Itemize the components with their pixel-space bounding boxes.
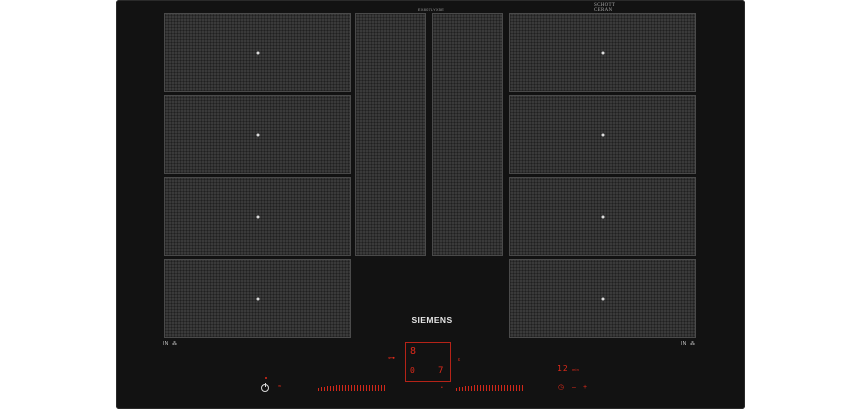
slider-tick — [486, 385, 487, 391]
slider-tick — [510, 385, 511, 391]
right-flex-symbol: ⁂ — [690, 341, 696, 347]
sensor-icon[interactable]: ε — [458, 357, 460, 364]
secondary-level-display: 0 — [410, 366, 415, 375]
cooking-zone-left-4[interactable] — [164, 259, 351, 338]
slider-tick — [372, 385, 373, 391]
slider-tick — [366, 385, 367, 391]
slider-tick — [351, 385, 352, 391]
slider-tick — [474, 385, 475, 391]
slider-tick — [483, 385, 484, 391]
sensor-dot-icon[interactable]: • — [441, 385, 443, 392]
minus-icon[interactable]: – — [572, 384, 576, 391]
power-indicator-light — [265, 377, 267, 379]
slider-tick — [516, 385, 517, 391]
coating-brand-text: SCHOTT CERAN — [594, 3, 616, 13]
slider-tick — [492, 385, 493, 391]
left-flex-label: IN ⁂ — [163, 341, 177, 347]
cooking-zone-left-1[interactable] — [164, 13, 351, 92]
slider-right[interactable] — [456, 385, 523, 391]
timer-unit: min — [572, 367, 580, 372]
wave-icon[interactable]: ≈ — [278, 384, 281, 391]
slider-tick — [363, 385, 364, 391]
timer-display: 12 — [557, 364, 569, 373]
right-flex-text: IN — [681, 341, 687, 347]
slider-tick — [378, 385, 379, 391]
slider-tick — [468, 386, 469, 391]
slider-tick — [381, 385, 382, 391]
slider-tick — [327, 386, 328, 391]
cooking-zone-right-4[interactable] — [509, 259, 696, 338]
power-level-display: 8 — [410, 346, 417, 357]
cooking-zone-right-1[interactable] — [509, 13, 696, 92]
zone-center-mark — [256, 297, 259, 300]
zone-center-mark — [256, 51, 259, 54]
slider-tick — [354, 385, 355, 391]
slider-tick — [333, 386, 334, 391]
slider-tick — [342, 385, 343, 391]
slider-tick — [507, 385, 508, 391]
slider-tick — [330, 386, 331, 391]
slider-tick — [384, 385, 385, 391]
plus-icon[interactable]: + — [583, 384, 587, 391]
slider-tick — [324, 387, 325, 391]
slider-tick — [462, 387, 463, 391]
slider-tick — [321, 387, 322, 391]
zone-center-mark — [256, 133, 259, 136]
slider-tick — [498, 385, 499, 391]
cooking-zone-center-right[interactable] — [432, 13, 503, 256]
brand-logo: SIEMENS — [411, 315, 453, 325]
key-icon[interactable]: ⊶ — [388, 355, 395, 362]
power-icon[interactable] — [261, 383, 269, 392]
cooking-zone-center-left[interactable] — [355, 13, 426, 256]
slider-tick — [480, 385, 481, 391]
slider-left[interactable] — [318, 385, 385, 391]
cooking-zone-right-2[interactable] — [509, 95, 696, 174]
model-label: EX807LYX5E — [417, 7, 445, 12]
slider-tick — [360, 385, 361, 391]
slider-tick — [519, 385, 520, 391]
slider-tick — [336, 385, 337, 391]
coating-brand-logo: SCHOTT CERAN — [594, 3, 624, 16]
slider-tick — [459, 387, 460, 391]
slider-tick — [456, 388, 457, 391]
zone-center-mark — [601, 133, 604, 136]
zone-center-mark — [256, 215, 259, 218]
slider-tick — [471, 386, 472, 391]
right-flex-label: IN ⁂ — [681, 341, 695, 347]
slider-tick — [504, 385, 505, 391]
display-frame-left — [405, 342, 429, 382]
zone-center-mark — [601, 215, 604, 218]
left-flex-text: IN — [163, 341, 169, 347]
display-frame-right — [429, 342, 451, 382]
slider-tick — [513, 385, 514, 391]
left-flex-symbol: ⁂ — [172, 341, 178, 347]
slider-tick — [348, 385, 349, 391]
clock-icon[interactable]: ◷ — [558, 384, 564, 391]
slider-tick — [375, 385, 376, 391]
zone-center-mark — [601, 51, 604, 54]
right-zone-digit: 7 — [438, 366, 444, 376]
slider-tick — [369, 385, 370, 391]
slider-tick — [489, 385, 490, 391]
cooking-zone-right-3[interactable] — [509, 177, 696, 256]
slider-tick — [477, 385, 478, 391]
zone-center-mark — [601, 297, 604, 300]
slider-tick — [495, 385, 496, 391]
slider-tick — [465, 386, 466, 391]
slider-tick — [522, 385, 523, 391]
cooking-zone-left-3[interactable] — [164, 177, 351, 256]
slider-tick — [501, 385, 502, 391]
slider-tick — [357, 385, 358, 391]
slider-tick — [339, 385, 340, 391]
cooking-zone-left-2[interactable] — [164, 95, 351, 174]
slider-tick — [345, 385, 346, 391]
slider-tick — [318, 388, 319, 391]
